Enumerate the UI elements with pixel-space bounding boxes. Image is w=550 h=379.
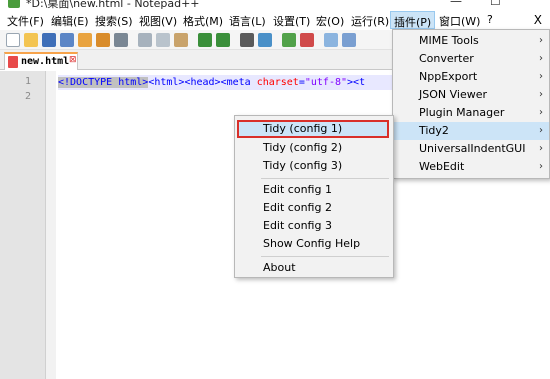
submenu-arrow-icon: ›: [539, 35, 543, 46]
meta-open-token: <meta: [220, 77, 257, 88]
menu-item-label: UniversalIndentGUI: [419, 142, 526, 155]
menu-view[interactable]: 视图(V): [138, 13, 178, 29]
modified-file-icon: [8, 56, 18, 68]
menu-file[interactable]: 文件(F): [6, 13, 45, 29]
title-bar: *D:\桌面\new.html - Notepad++ — ☐: [0, 0, 550, 10]
replace-icon[interactable]: [258, 33, 272, 47]
save-icon[interactable]: [42, 33, 56, 47]
minimize-button[interactable]: —: [450, 0, 462, 8]
submenu-arrow-icon: ›: [539, 161, 543, 172]
find-icon[interactable]: [240, 33, 254, 47]
attr-name-token: charset: [256, 77, 299, 88]
menu-language[interactable]: 语言(L): [228, 13, 267, 29]
menu-separator: [261, 256, 389, 257]
plugin-json-viewer[interactable]: JSON Viewer ›: [393, 86, 549, 104]
menu-separator: [261, 178, 389, 179]
menu-run[interactable]: 运行(R): [350, 13, 390, 29]
plugin-plugin-manager[interactable]: Plugin Manager ›: [393, 104, 549, 122]
menu-window[interactable]: 窗口(W): [438, 13, 481, 29]
plugin-mime-tools[interactable]: MIME Tools ›: [393, 32, 549, 50]
line-number-gutter: 1 2: [0, 71, 46, 379]
plugin-webedit[interactable]: WebEdit ›: [393, 158, 549, 176]
wrap-icon[interactable]: [342, 33, 356, 47]
plugin-nppexport[interactable]: NppExport ›: [393, 68, 549, 86]
tidy-config-2-item[interactable]: Tidy (config 2): [235, 139, 393, 157]
menu-item-label: NppExport: [419, 70, 478, 83]
menu-item-label: JSON Viewer: [419, 88, 488, 101]
submenu-arrow-icon: ›: [539, 71, 543, 82]
meta-close-token: ><t: [347, 77, 366, 88]
menu-macro[interactable]: 宏(O): [315, 13, 345, 29]
menu-bar: 文件(F) 编辑(E) 搜索(S) 视图(V) 格式(M) 语言(L) 设置(T…: [0, 10, 550, 30]
undo-icon[interactable]: [198, 33, 212, 47]
line-number: 1: [24, 76, 31, 87]
menu-help[interactable]: ?: [486, 13, 494, 26]
close-all-icon[interactable]: [96, 33, 110, 47]
new-file-icon[interactable]: [6, 33, 20, 47]
submenu-arrow-icon: ›: [539, 89, 543, 100]
edit-config-2-item[interactable]: Edit config 2: [235, 199, 393, 217]
fold-margin[interactable]: [46, 71, 56, 379]
menu-item-label: Tidy2: [419, 124, 449, 137]
about-item[interactable]: About: [235, 259, 393, 277]
notepadpp-app-icon: [8, 0, 20, 8]
tab-close-icon[interactable]: ⊠: [69, 55, 77, 65]
edit-config-1-item[interactable]: Edit config 1: [235, 181, 393, 199]
copy-icon[interactable]: [156, 33, 170, 47]
doctype-token: <!DOCTYPE html>: [58, 77, 149, 88]
maximize-button[interactable]: ☐: [490, 0, 501, 8]
menu-item-label: WebEdit: [419, 160, 465, 173]
plugin-tidy2[interactable]: Tidy2 ›: [393, 122, 549, 140]
cut-icon[interactable]: [138, 33, 152, 47]
tidy-config-1-item[interactable]: Tidy (config 1): [237, 120, 389, 138]
close-document-button[interactable]: X: [534, 13, 542, 27]
menu-plugins[interactable]: 插件(P): [390, 11, 436, 29]
submenu-arrow-icon: ›: [539, 53, 543, 64]
zoom-out-icon[interactable]: [300, 33, 314, 47]
sync-scroll-icon[interactable]: [324, 33, 338, 47]
submenu-arrow-icon: ›: [539, 125, 543, 136]
html-tag-token: <html>: [148, 77, 185, 88]
menu-item-label: Converter: [419, 52, 474, 65]
tab-new-html[interactable]: new.html ⊠: [4, 52, 78, 70]
head-tag-token: <head>: [184, 77, 221, 88]
open-file-icon[interactable]: [24, 33, 38, 47]
tidy2-submenu: Tidy (config 1) Tidy (config 2) Tidy (co…: [234, 115, 394, 278]
menu-item-label: MIME Tools: [419, 34, 479, 47]
tab-label: new.html: [21, 56, 70, 67]
edit-config-3-item[interactable]: Edit config 3: [235, 217, 393, 235]
menu-settings[interactable]: 设置(T): [272, 13, 311, 29]
code-line-1[interactable]: <!DOCTYPE html><html><head><meta charset…: [58, 75, 398, 90]
close-icon[interactable]: [78, 33, 92, 47]
plugins-dropdown-menu: MIME Tools › Converter › NppExport › JSON V…: [392, 29, 550, 179]
redo-icon[interactable]: [216, 33, 230, 47]
print-icon[interactable]: [114, 33, 128, 47]
submenu-arrow-icon: ›: [539, 143, 543, 154]
tidy-config-3-item[interactable]: Tidy (config 3): [235, 157, 393, 175]
menu-edit[interactable]: 编辑(E): [50, 13, 90, 29]
window-title: *D:\桌面\new.html - Notepad++: [26, 0, 200, 10]
submenu-arrow-icon: ›: [539, 107, 543, 118]
save-all-icon[interactable]: [60, 33, 74, 47]
attr-value-token: "utf-8": [304, 77, 348, 88]
zoom-in-icon[interactable]: [282, 33, 296, 47]
line-number: 2: [24, 91, 31, 102]
menu-item-label: Plugin Manager: [419, 106, 505, 119]
paste-icon[interactable]: [174, 33, 188, 47]
show-config-help-item[interactable]: Show Config Help: [235, 235, 393, 253]
menu-search[interactable]: 搜索(S): [94, 13, 134, 29]
plugin-converter[interactable]: Converter ›: [393, 50, 549, 68]
plugin-universal-indent-gui[interactable]: UniversalIndentGUI ›: [393, 140, 549, 158]
menu-format[interactable]: 格式(M): [182, 13, 224, 29]
